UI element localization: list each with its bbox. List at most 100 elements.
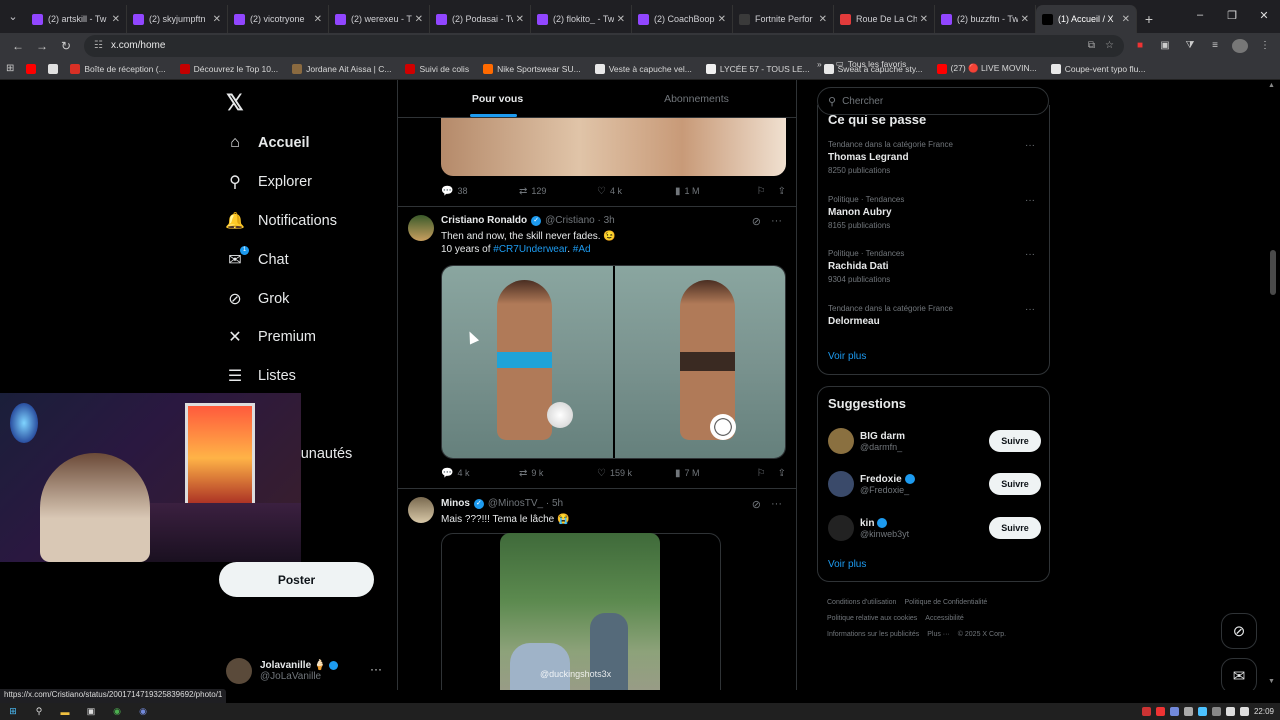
suggestion-item[interactable]: Fredoxie @Fredoxie_ Suivre [828,468,1041,500]
photo-1[interactable] [442,266,615,458]
profile-avatar-icon[interactable] [1232,38,1248,53]
close-tab-icon[interactable]: ✕ [516,14,524,25]
extension-red-icon[interactable]: ■ [1132,39,1148,53]
footer-link[interactable]: Politique de Confidentialité [904,599,987,606]
forward-icon[interactable]: → [30,39,54,53]
tray-icon[interactable] [1155,707,1165,716]
scroll-up-icon[interactable]: ▲ [1268,82,1275,89]
search-input[interactable]: ⚲ Chercher [817,87,1049,115]
more-icon[interactable]: ··· [370,662,382,676]
more-bookmarks-icon[interactable]: » [817,59,822,69]
views-button[interactable]: ▮ 1 M [675,186,753,197]
windows-start-icon[interactable]: ⊞ [6,706,20,717]
more-icon[interactable]: ··· [1025,195,1035,206]
more-icon[interactable]: ··· [1025,304,1035,315]
footer-link[interactable]: © 2025 X Corp. [958,631,1006,638]
bookmark-item[interactable]: Jordane Ait Aissa | C... [292,63,391,74]
tab-search-icon[interactable]: ⌄ [0,0,26,33]
site-info-icon[interactable]: ☷ [94,40,103,51]
avatar[interactable] [828,515,854,541]
bookmark-item[interactable]: Nike Sportswear SU... [483,63,581,74]
grok-icon[interactable]: ⊘ [752,215,761,228]
search-icon[interactable]: ⚲ [32,706,46,717]
footer-link[interactable]: Accessibilité [925,615,964,622]
footer-link[interactable]: Politique relative aux cookies [827,615,917,622]
footer-link[interactable]: Conditions d'utilisation [827,599,896,606]
browser-tab[interactable]: (2) vicotryone ✕ [228,5,329,33]
x-logo-icon[interactable]: 𝕏 [226,90,244,116]
bookmark-item[interactable]: Boîte de réception (... [70,63,166,74]
trend-item[interactable]: Politique · Tendances Manon Aubry 8165 pub… [828,195,1041,230]
nav-item-premium[interactable]: ✕ Premium [226,322,316,352]
browser-tab[interactable]: (1) Accueil / X ✕ [1036,5,1137,33]
bookmark-item[interactable]: Coupe-vent typo flu... [1050,63,1146,74]
author-name[interactable]: Minos [441,498,470,509]
more-icon[interactable]: ··· [771,215,782,228]
browser-tab[interactable]: (2) flokito_ - Tw ✕ [531,5,632,33]
browser-tab[interactable]: (2) skyjumpftn ✕ [127,5,228,33]
footer-link[interactable]: Informations sur les publicités [827,631,919,638]
close-tab-icon[interactable]: ✕ [718,14,726,25]
follow-button[interactable]: Suivre [989,430,1041,452]
media-icon[interactable]: ≡ [1207,39,1223,53]
back-icon[interactable]: ← [6,39,30,53]
terminal-icon[interactable]: ▣ [84,706,98,717]
nav-item-notifications[interactable]: 🔔 Notifications [225,206,337,236]
suggestion-item[interactable]: BIG darm @darmfn_ Suivre [828,425,1041,457]
reply-button[interactable]: 💬 38 [441,186,519,197]
avatar[interactable] [408,497,434,523]
grok-float-button[interactable]: ⊘ [1221,613,1257,649]
close-tab-icon[interactable]: ✕ [1021,14,1029,25]
browser-tab[interactable]: (2) werexeu - T ✕ [329,5,430,33]
close-tab-icon[interactable]: ✕ [112,14,120,25]
extension-gray-icon[interactable]: ▣ [1157,39,1173,53]
maximize-icon[interactable]: ❐ [1216,0,1248,30]
author-handle[interactable]: @MinosTV_ · 5h [488,498,563,509]
bookmark-icon[interactable]: ⚐ [757,186,766,197]
tweet-media[interactable] [441,265,786,459]
browser-tab[interactable]: Roue De La Ch ✕ [834,5,935,33]
avatar[interactable] [828,471,854,497]
more-icon[interactable]: ··· [1025,140,1035,151]
browser-tab[interactable]: (2) CoachBoop ✕ [632,5,733,33]
avatar[interactable] [408,215,434,241]
tab-for-you[interactable]: Pour vous [398,80,597,117]
url-field[interactable]: ☷ x.com/home ⧉ ☆ [84,34,1124,57]
new-tab-button[interactable]: + [1137,5,1161,33]
bookmark-item[interactable] [48,63,62,74]
chrome-icon[interactable]: ◉ [110,706,124,717]
tray-icon[interactable] [1211,707,1221,716]
bookmark-icon[interactable]: ⚐ [757,468,766,479]
volume-icon[interactable] [1239,707,1249,716]
bookmark-item[interactable]: Veste à capuche vel... [594,63,692,74]
trend-item[interactable]: Politique · Tendances Rachida Dati 9304 pu… [828,249,1041,284]
close-tab-icon[interactable]: ✕ [617,14,625,25]
follow-button[interactable]: Suivre [989,473,1041,495]
bookmark-item[interactable] [26,63,40,74]
chrome-menu-icon[interactable]: ⋮ [1257,39,1273,53]
repost-button[interactable]: ⇄ 9 k [519,468,597,479]
share-icon[interactable]: ⇪ [778,186,786,197]
clock[interactable]: 22:09 [1254,707,1274,716]
close-tab-icon[interactable]: ✕ [213,14,221,25]
trend-item[interactable]: Tendance dans la catégorie France Thomas … [828,140,1041,175]
browser-tab[interactable]: Fortnite Perfor ✕ [733,5,834,33]
all-bookmarks-link[interactable]: Tous les favoris [848,59,907,69]
close-tab-icon[interactable]: ✕ [819,14,827,25]
bookmark-star-icon[interactable]: ☆ [1105,40,1114,51]
see-more-link[interactable]: Voir plus [828,559,866,570]
bookmark-item[interactable]: Découvrez le Top 10... [179,63,278,74]
like-button[interactable]: ♡ 159 k [597,468,675,479]
wifi-icon[interactable] [1225,707,1235,716]
nav-item-grok[interactable]: ⊘ Grok [226,284,289,314]
tray-icon[interactable] [1169,707,1179,716]
like-button[interactable]: ♡ 4 k [597,186,675,197]
photo-2[interactable] [614,266,785,458]
more-icon[interactable]: ··· [771,498,782,511]
tray-icon[interactable] [1141,707,1151,716]
avatar[interactable] [828,428,854,454]
previous-post-media[interactable] [441,118,786,176]
grok-icon[interactable]: ⊘ [752,498,761,511]
author-handle[interactable]: @Cristiano · 3h [545,215,615,226]
nav-item-listes[interactable]: ☰ Listes [226,361,296,391]
